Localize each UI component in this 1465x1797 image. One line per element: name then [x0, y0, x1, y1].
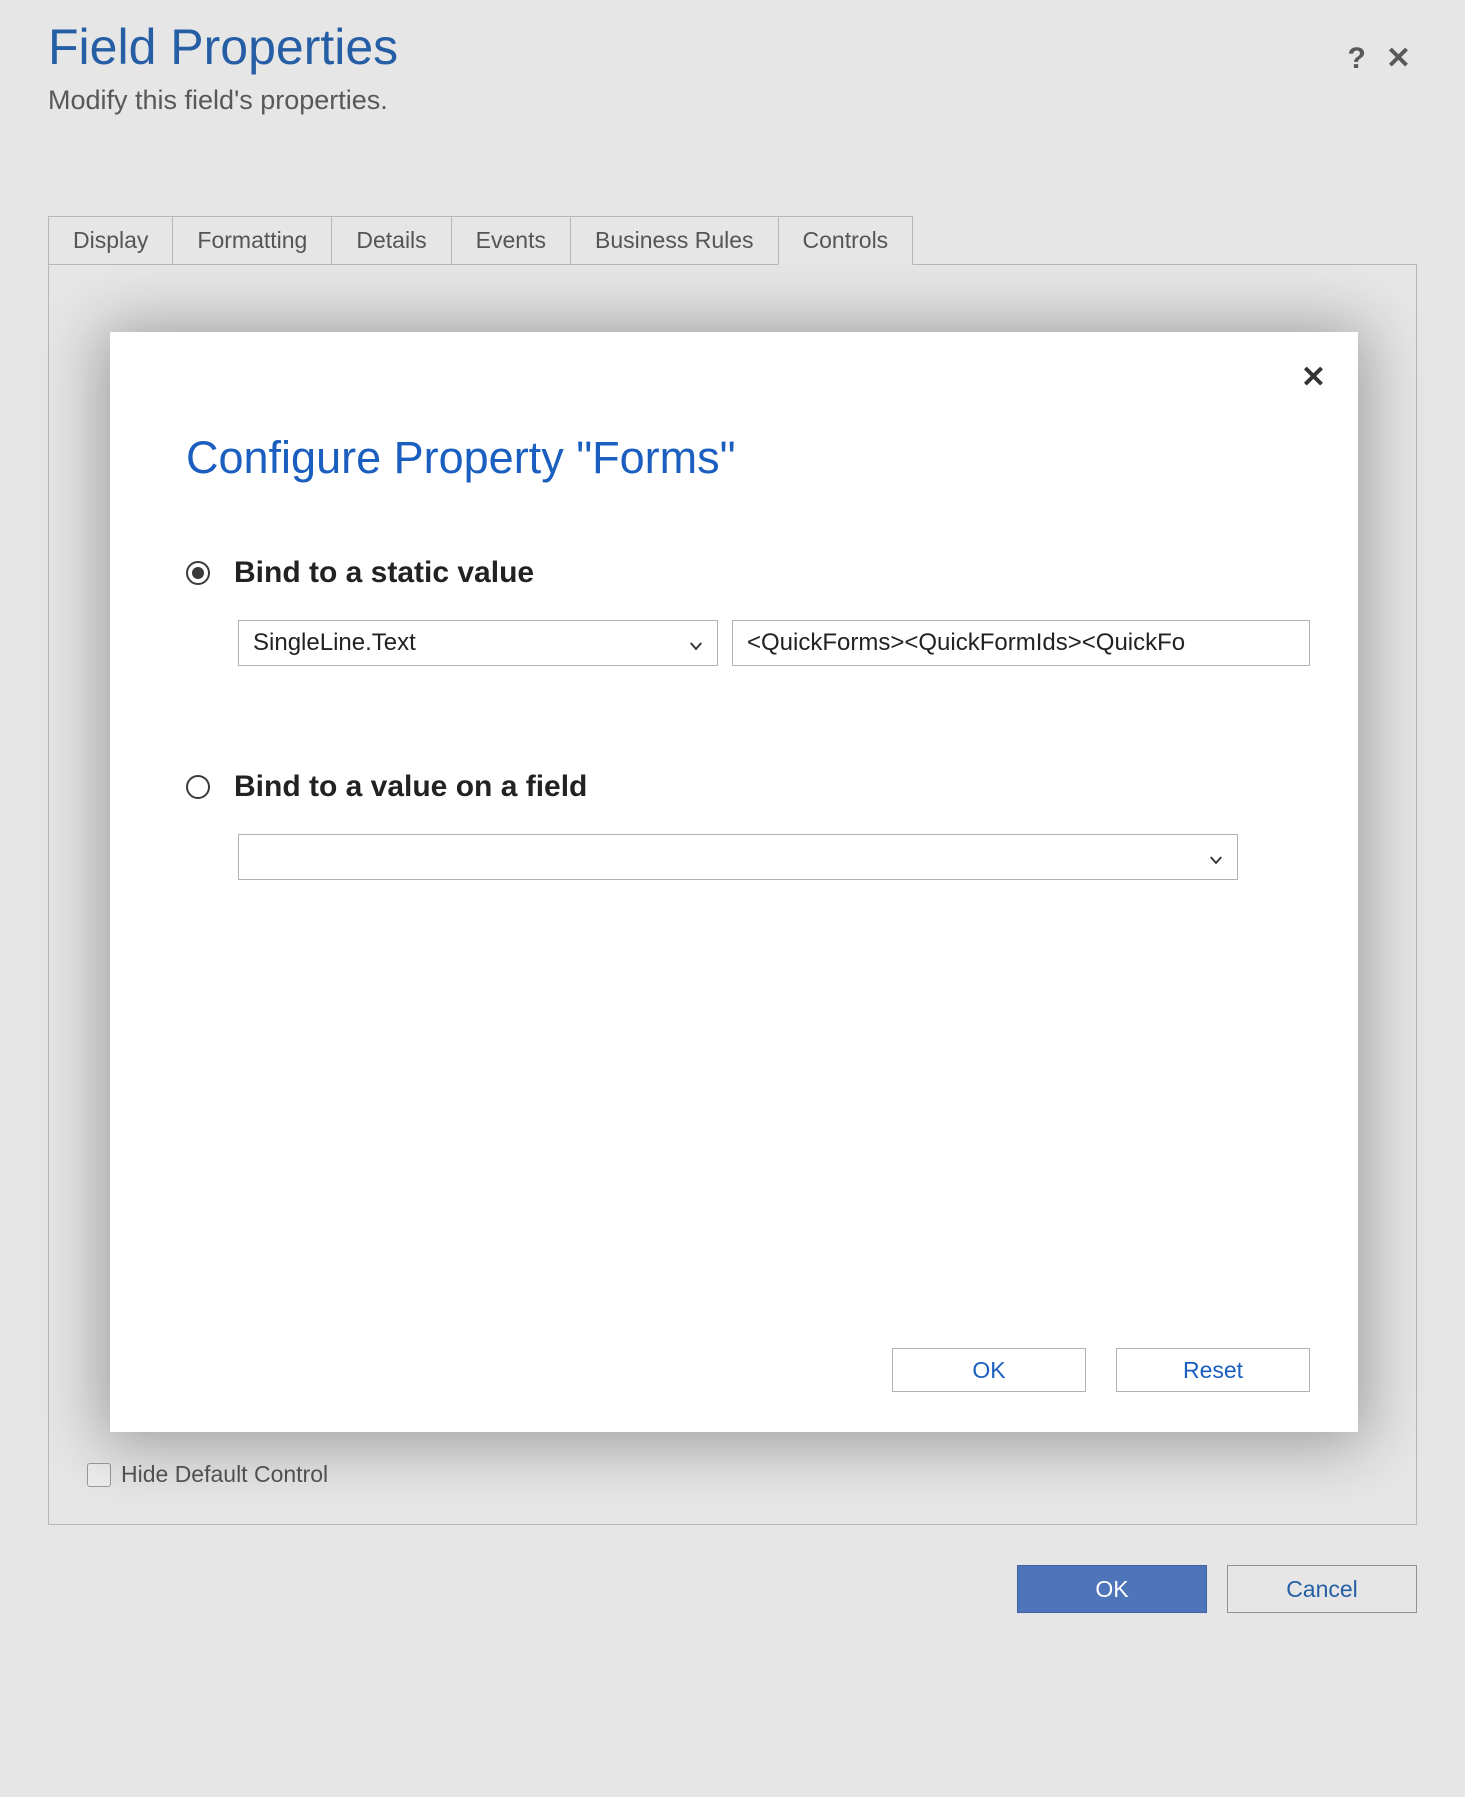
- ok-button[interactable]: OK: [1017, 1565, 1207, 1613]
- static-value-input[interactable]: <QuickForms><QuickFormIds><QuickFo: [732, 620, 1310, 666]
- tab-strip: Display Formatting Details Events Busine…: [48, 216, 1417, 265]
- tab-controls[interactable]: Controls: [778, 216, 914, 265]
- option-static-value-label: Bind to a static value: [234, 556, 534, 590]
- radio-static-value-dot: [192, 567, 204, 579]
- header-row: Field Properties Modify this field's pro…: [48, 20, 1417, 116]
- option-static-value-row[interactable]: Bind to a static value: [186, 556, 1310, 590]
- radio-field-value[interactable]: [186, 775, 210, 799]
- option-field-value-row[interactable]: Bind to a value on a field: [186, 770, 1310, 804]
- modal-ok-button[interactable]: OK: [892, 1348, 1086, 1392]
- option-field-value-group: Bind to a value on a field: [186, 770, 1310, 880]
- configure-property-modal: ✕ Configure Property "Forms" Bind to a s…: [110, 332, 1358, 1432]
- modal-close-icon[interactable]: ✕: [1301, 360, 1326, 395]
- header-left: Field Properties Modify this field's pro…: [48, 20, 1348, 116]
- option-static-value-group: Bind to a static value SingleLine.Text <…: [186, 556, 1310, 666]
- help-icon[interactable]: ?: [1348, 44, 1366, 74]
- tab-formatting[interactable]: Formatting: [172, 216, 332, 264]
- dialog-subtitle: Modify this field's properties.: [48, 85, 1348, 116]
- close-icon[interactable]: ✕: [1386, 44, 1411, 74]
- chevron-down-icon: [1207, 848, 1225, 866]
- chevron-down-icon: [687, 634, 705, 652]
- static-value-type-text: SingleLine.Text: [253, 629, 416, 657]
- dialog-title: Field Properties: [48, 20, 1348, 75]
- hide-default-control-checkbox[interactable]: [87, 1463, 111, 1487]
- header-icons: ? ✕: [1348, 44, 1411, 74]
- cancel-button[interactable]: Cancel: [1227, 1565, 1417, 1613]
- tab-display[interactable]: Display: [48, 216, 173, 264]
- static-value-text: <QuickForms><QuickFormIds><QuickFo: [747, 629, 1185, 657]
- tab-events[interactable]: Events: [451, 216, 571, 264]
- modal-footer: OK Reset: [892, 1348, 1310, 1392]
- static-value-controls: SingleLine.Text <QuickForms><QuickFormId…: [238, 620, 1310, 666]
- field-value-controls: [238, 834, 1310, 880]
- field-value-select[interactable]: [238, 834, 1238, 880]
- modal-title: Configure Property "Forms": [186, 432, 1310, 484]
- footer-buttons: OK Cancel: [48, 1565, 1417, 1613]
- modal-reset-button[interactable]: Reset: [1116, 1348, 1310, 1392]
- tab-business-rules[interactable]: Business Rules: [570, 216, 779, 264]
- tab-details[interactable]: Details: [331, 216, 451, 264]
- hide-default-control-row[interactable]: Hide Default Control: [87, 1461, 328, 1488]
- hide-default-control-label: Hide Default Control: [121, 1461, 328, 1488]
- option-field-value-label: Bind to a value on a field: [234, 770, 587, 804]
- static-value-type-select[interactable]: SingleLine.Text: [238, 620, 718, 666]
- radio-static-value[interactable]: [186, 561, 210, 585]
